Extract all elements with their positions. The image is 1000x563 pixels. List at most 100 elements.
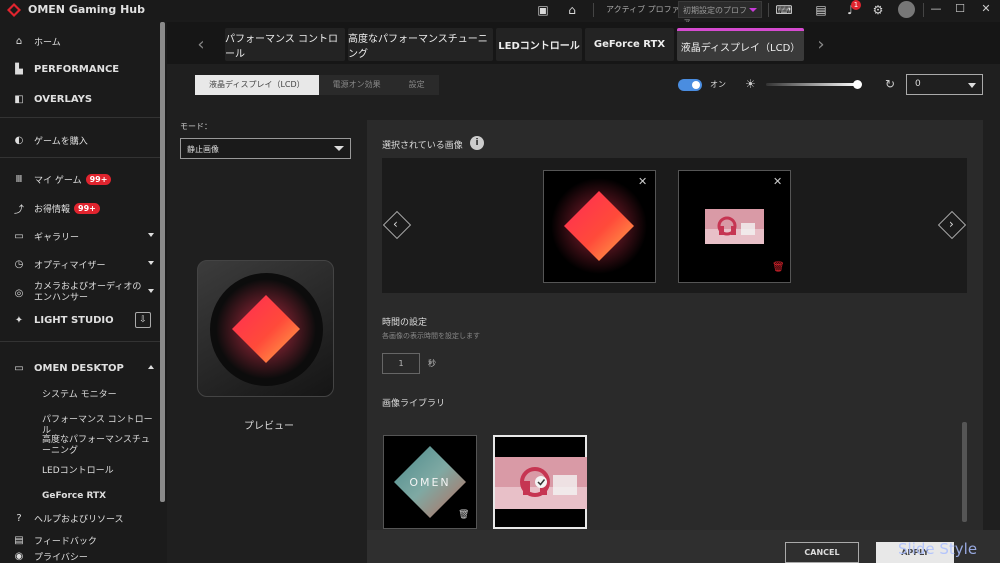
sidebar-item-feedback[interactable]: ▤ フィードバック [0, 528, 160, 552]
sidebar-item-label: OVERLAYS [34, 93, 93, 105]
sidebar-item-label: カメラおよびオーディオのエンハンサー [34, 282, 142, 303]
minimize-icon[interactable]: — [928, 2, 944, 18]
subtab-lcd[interactable]: 液晶ディスプレイ（LCD） [195, 75, 319, 95]
chevron-down-icon [334, 146, 344, 151]
tab-geforce-rtx[interactable]: GeForce RTX [585, 28, 674, 61]
sidebar-item-privacy[interactable]: ◉ プライバシー [0, 550, 160, 563]
sidebar-subitem-led-control[interactable]: LEDコントロール [42, 466, 157, 477]
delete-icon[interactable]: 🗑 [772, 262, 785, 273]
sidebar-item-label: マイ ゲーム [34, 175, 82, 186]
library-image-omen[interactable]: OMEN 🗑 [383, 435, 477, 529]
gallery-icon: ▭ [14, 230, 24, 242]
mode-select[interactable]: 静止画像 [180, 138, 351, 159]
gear-icon[interactable]: ⚙ [870, 2, 886, 18]
subtab-power-on-effect[interactable]: 電源オン効果 [319, 75, 395, 95]
sidebar-item-label: オプティマイザー [34, 260, 106, 271]
divider [923, 3, 924, 17]
trash-icon[interactable]: 🗑 [458, 510, 469, 520]
divider [0, 117, 160, 118]
sidebar-item-label: OMEN DESKTOP [34, 362, 124, 374]
omen-logo-icon [7, 3, 21, 17]
avatar[interactable] [898, 1, 915, 18]
divider [0, 341, 160, 342]
tab-advanced-tuning[interactable]: 高度なパフォーマンスチューニング [348, 28, 493, 61]
sidebar-item-overlays[interactable]: ◧ OVERLAYS [0, 87, 160, 111]
store-icon[interactable]: ▤ [813, 2, 829, 18]
camera-icon: ◎ [14, 287, 24, 299]
info-icon[interactable]: i [470, 136, 484, 150]
mode-label: モード： [180, 122, 212, 131]
close-icon[interactable]: ✕ [978, 2, 994, 18]
chevron-down-icon [968, 83, 976, 88]
gauge-icon: ◷ [14, 258, 24, 270]
library-icon[interactable]: ▣ [535, 2, 551, 18]
home-icon[interactable]: ⌂ [564, 2, 580, 18]
sidebar-item-label: プライバシー [34, 553, 88, 563]
chevron-right-icon[interactable]: › [809, 28, 833, 60]
subtab-settings[interactable]: 設定 [395, 75, 439, 95]
tab-led-control[interactable]: LEDコントロール [496, 28, 582, 61]
time-settings-title: 時間の設定 [382, 318, 428, 328]
sidebar-subitem-geforce-rtx[interactable]: GeForce RTX [42, 491, 157, 502]
sidebar-subitem-system-monitor[interactable]: システム モニター [42, 390, 157, 401]
chevron-right-icon: › [949, 217, 954, 231]
sidebar-item-label: フィードバック [34, 536, 97, 547]
chevron-down-icon [148, 233, 154, 237]
selected-images-carousel [382, 158, 967, 293]
cancel-button[interactable]: CANCEL [785, 542, 859, 563]
sidebar-item-home[interactable]: ⌂ ホーム [0, 29, 160, 53]
sidebar-item-buy-games[interactable]: ◐ ゲームを購入 [0, 128, 160, 152]
feedback-icon: ▤ [14, 534, 24, 546]
chevron-down-icon [148, 289, 154, 293]
sidebar-item-help[interactable]: ? ヘルプおよびリソース [0, 506, 160, 530]
sparkle-icon: ✦ [14, 314, 24, 326]
download-icon[interactable]: ⇩ [135, 312, 151, 328]
performance-icon: ▙ [15, 63, 23, 75]
close-icon[interactable]: ✕ [773, 175, 782, 188]
sidebar-item-label: お得情報 [34, 204, 71, 215]
preview-screen [210, 273, 323, 386]
sidebar-item-omen-desktop[interactable]: ▭ OMEN DESKTOP [0, 356, 160, 380]
lcd-preview [197, 260, 334, 397]
monitor-icon: ▭ [14, 362, 24, 374]
cart-icon: ◐ [14, 134, 24, 146]
sidebar-item-deals[interactable]: ⤴ お得情報 99+ [0, 196, 160, 220]
notification-badge: 1 [851, 0, 861, 10]
sidebar-subitem-performance-control[interactable]: パフォーマンス コントロール [42, 415, 157, 437]
tab-performance-control[interactable]: パフォーマンス コントロール [225, 28, 345, 61]
refresh-icon[interactable]: ↻ [885, 77, 895, 91]
sidebar-item-gallery[interactable]: ▭ ギャラリー [0, 224, 160, 248]
library-scrollbar[interactable] [962, 422, 967, 522]
chevron-left-icon[interactable]: ‹ [189, 28, 213, 60]
chevron-left-icon: ‹ [393, 217, 398, 231]
sidebar-item-camera-audio[interactable]: ◎ カメラおよびオーディオのエンハンサー [0, 280, 160, 306]
gamepad-icon[interactable]: ⌨ [775, 2, 792, 18]
library-image-headphones[interactable] [493, 435, 587, 529]
subtab-bar: 液晶ディスプレイ（LCD） 電源オン効果 設定 [195, 75, 439, 95]
selected-images-title: 選択されている画像 [382, 141, 463, 151]
lcd-toggle[interactable] [678, 79, 702, 91]
sidebar-scrollbar[interactable] [160, 22, 165, 502]
profile-select[interactable]: 初期設定のプロファ... [678, 1, 762, 26]
tab-lcd[interactable]: 液晶ディスプレイ（LCD） [677, 28, 804, 61]
sidebar-item-performance[interactable]: ▙ PERFORMANCE [0, 57, 160, 81]
mode-value: 静止画像 [187, 145, 219, 154]
divider [768, 3, 769, 17]
title-bar: OMEN Gaming Hub ▣ ⌂ アクティブ プロファイル 初期設定のプロ… [0, 0, 1000, 26]
sidebar-subitem-advanced-tuning[interactable]: 高度なパフォーマンスチューニング [42, 435, 157, 457]
sidebar-item-my-games[interactable]: Ⅲ マイ ゲーム 99+ [0, 167, 160, 191]
number-select[interactable]: 0 [906, 74, 983, 95]
sidebar-item-label: ホーム [34, 37, 61, 48]
overlays-icon: ◧ [14, 93, 24, 105]
brightness-slider-handle[interactable] [853, 80, 862, 89]
divider [593, 3, 594, 17]
brightness-slider[interactable] [766, 83, 858, 86]
maximize-icon[interactable]: ☐ [952, 2, 968, 18]
close-icon[interactable]: ✕ [638, 175, 647, 188]
duration-input[interactable]: 1 [382, 353, 420, 374]
sidebar-item-optimizer[interactable]: ◷ オプティマイザー [0, 252, 160, 276]
diamond-image [216, 279, 316, 379]
preview-label: プレビュー [244, 421, 294, 432]
chevron-down-icon [148, 261, 154, 265]
time-settings-subtitle: 各画像の表示時間を設定します [382, 332, 480, 340]
